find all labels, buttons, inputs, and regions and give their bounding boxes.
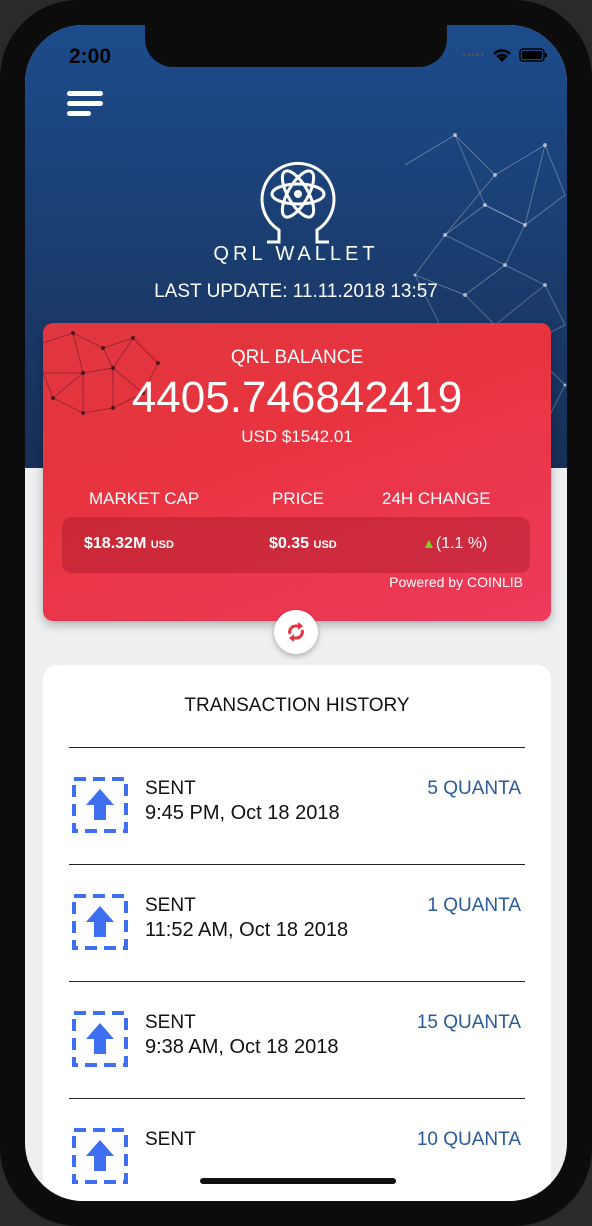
transaction-row[interactable]: SENT 9:38 AM, Oct 18 2018 15 QUANTA [69, 981, 525, 1098]
transaction-row[interactable]: SENT 11:52 AM, Oct 18 2018 1 QUANTA [69, 864, 525, 981]
transaction-list: SENT 9:45 PM, Oct 18 2018 5 QUANTA SENT … [69, 747, 525, 1201]
market-stats-box: $18.32M USD $0.35 USD ▲(1.1 %) [62, 517, 530, 573]
price-label: PRICE [272, 489, 324, 508]
sent-arrow-icon [72, 894, 128, 950]
market-cap-unit: USD [150, 539, 174, 551]
market-cap-label: MARKET CAP [89, 489, 200, 508]
balance-card: QRL BALANCE 4405.746842419 USD $1542.01 … [43, 323, 551, 621]
status-time: 2:00 [69, 45, 112, 68]
transaction-type: SENT [145, 895, 196, 916]
signal-icon: ••••• [462, 49, 485, 61]
qrl-logo-icon [260, 161, 336, 244]
transaction-date: 9:45 PM, Oct 18 2018 [145, 802, 340, 824]
app-screen: 2:00 ••••• QRL WALLET LAST UPDATE: 11.11… [25, 25, 567, 1201]
transaction-date: 9:38 AM, Oct 18 2018 [145, 1036, 339, 1058]
sent-arrow-icon [72, 1128, 128, 1184]
home-indicator[interactable] [200, 1178, 396, 1184]
transaction-history-card: TRANSACTION HISTORY SENT 9:45 PM, Oct 18… [43, 665, 551, 1201]
sent-arrow-icon [72, 1011, 128, 1067]
transaction-amount: 1 QUANTA [427, 895, 521, 916]
battery-icon [519, 48, 547, 62]
balance-amount: 4405.746842419 [131, 373, 463, 422]
wifi-icon [493, 49, 511, 62]
refresh-icon [288, 622, 304, 642]
transaction-type: SENT [145, 1012, 196, 1033]
price-value: $0.35 USD [269, 535, 337, 553]
app-name: QRL WALLET [213, 243, 379, 265]
powered-by-text[interactable]: Powered by COINLIB [389, 574, 523, 590]
market-cap-value: $18.32M USD [84, 535, 174, 553]
change-label: 24H CHANGE [382, 489, 491, 508]
transaction-row[interactable]: SENT 10 QUANTA [69, 1098, 525, 1201]
market-cap-amount: $18.32M [84, 535, 147, 552]
transaction-history-title: TRANSACTION HISTORY [184, 695, 410, 716]
transaction-row[interactable]: SENT 9:45 PM, Oct 18 2018 5 QUANTA [69, 747, 525, 864]
menu-icon[interactable] [67, 91, 105, 117]
balance-label: QRL BALANCE [230, 347, 364, 368]
transaction-date: 11:52 AM, Oct 18 2018 [145, 919, 349, 941]
price-amount: $0.35 [269, 535, 310, 552]
refresh-button[interactable] [274, 610, 318, 654]
balance-usd-value: USD $1542.01 [241, 427, 353, 446]
transaction-amount: 10 QUANTA [416, 1129, 521, 1150]
up-triangle-icon: ▲ [422, 535, 436, 551]
transaction-type: SENT [145, 778, 196, 799]
device-notch [145, 25, 447, 67]
phone-frame: 2:00 ••••• QRL WALLET LAST UPDATE: 11.11… [0, 0, 592, 1226]
price-unit: USD [313, 539, 337, 551]
transaction-amount: 5 QUANTA [427, 778, 521, 799]
status-icons: ••••• [462, 47, 549, 63]
sent-arrow-icon [72, 777, 128, 833]
transaction-amount: 15 QUANTA [416, 1012, 521, 1033]
change-percent: (1.1 %) [435, 535, 488, 552]
transaction-type: SENT [145, 1129, 196, 1150]
change-value: ▲(1.1 %) [422, 535, 487, 553]
last-update-text: LAST UPDATE: 11.11.2018 13:57 [154, 281, 438, 302]
